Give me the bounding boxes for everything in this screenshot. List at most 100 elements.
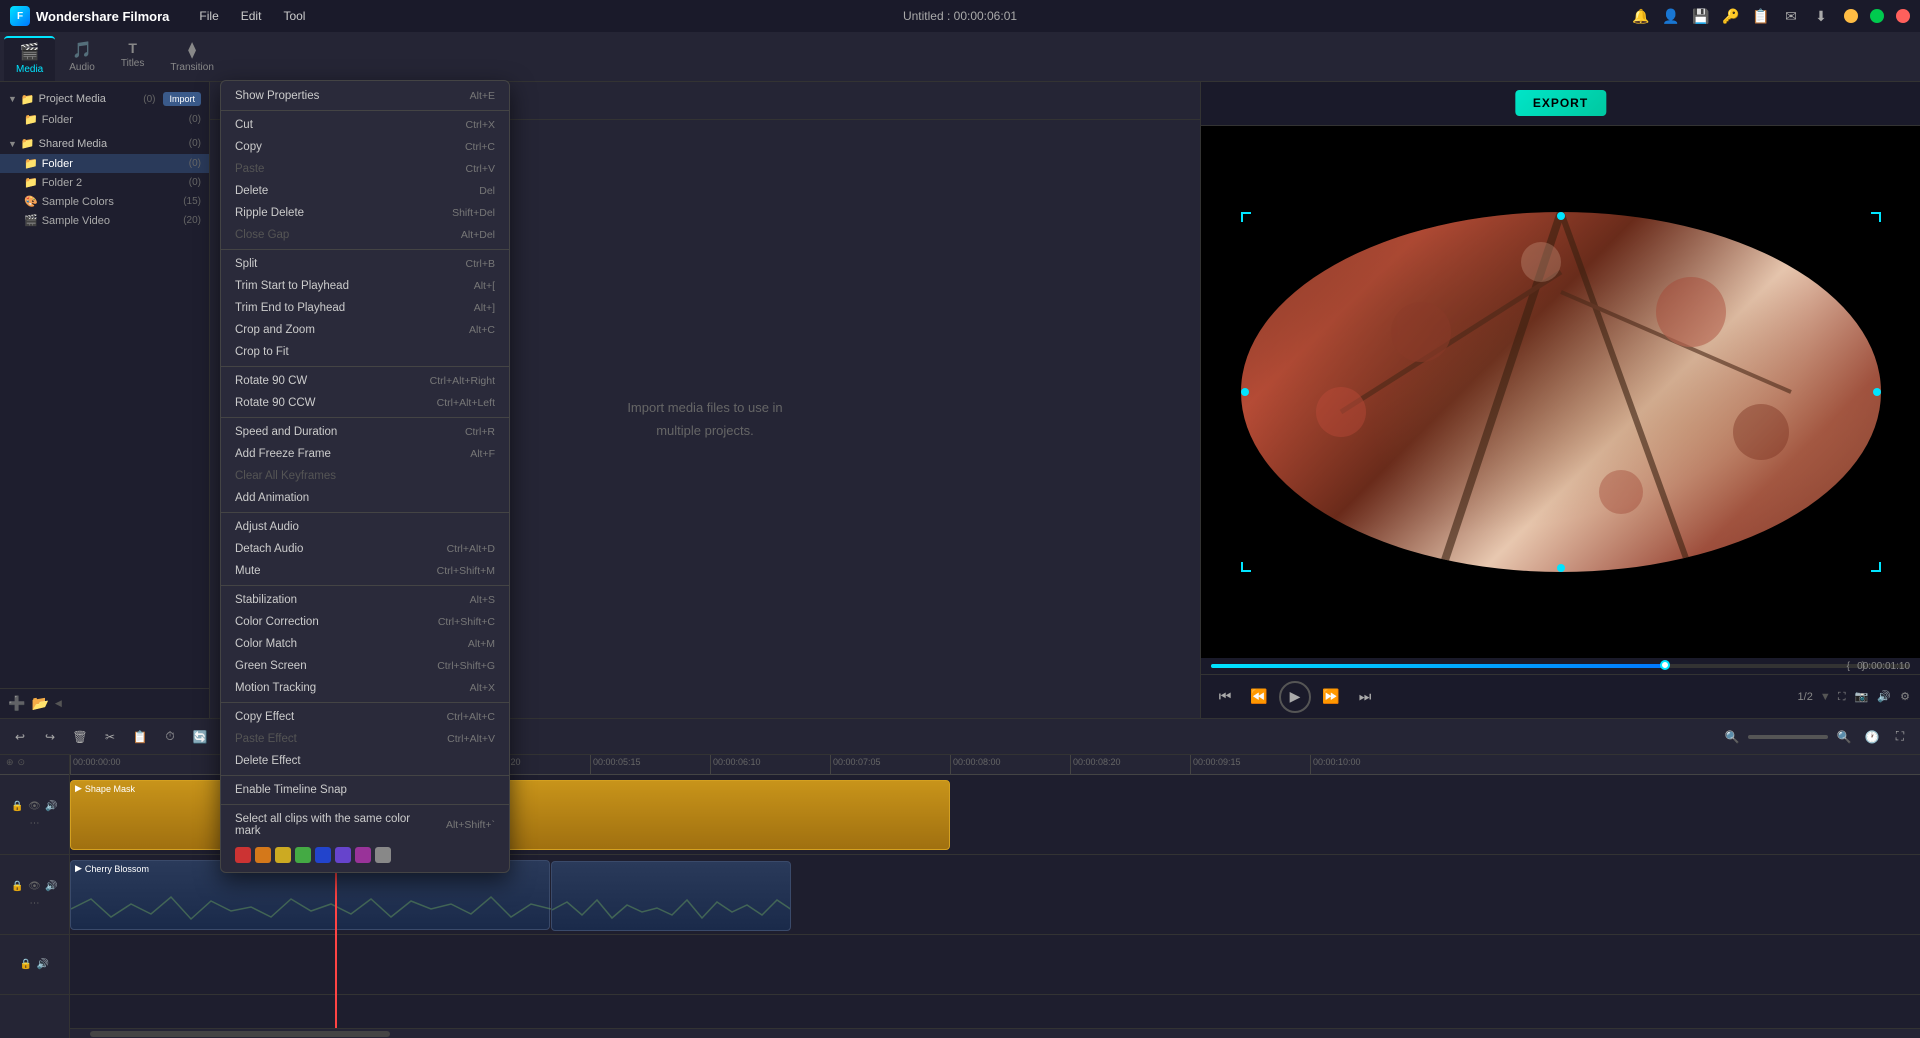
zoom-out-icon[interactable]: 🔍 [1832, 725, 1856, 749]
save-icon[interactable]: 💾 [1690, 5, 1712, 27]
folder-selected-item[interactable]: 📁 Folder (0) [0, 154, 209, 173]
ctx-motion-tracking[interactable]: Motion Tracking Alt+X [221, 677, 509, 699]
swatch-green[interactable] [295, 847, 311, 863]
menu-file[interactable]: File [189, 6, 228, 26]
ctx-color-correction[interactable]: Color Correction Ctrl+Shift+C [221, 611, 509, 633]
go-to-end-button[interactable]: ⏭ [1351, 683, 1379, 711]
collapse-icon[interactable]: ◀ [55, 698, 62, 709]
folder-item[interactable]: 📁 Folder (0) [0, 110, 209, 129]
scrollbar-thumb[interactable] [90, 1031, 390, 1037]
play-button[interactable]: ▶ [1279, 681, 1311, 713]
ctx-trim-end[interactable]: Trim End to Playhead Alt+] [221, 297, 509, 319]
folder2-item[interactable]: 📁 Folder 2 (0) [0, 173, 209, 192]
zoom-slider[interactable] [1748, 735, 1828, 739]
track-lock-icon[interactable]: 🔒 [11, 799, 25, 813]
tab-media[interactable]: 🎬 Media [4, 36, 55, 81]
menu-tool[interactable]: Tool [273, 6, 315, 26]
ctx-copy[interactable]: Copy Ctrl+C [221, 136, 509, 158]
tab-titles[interactable]: T Titles [109, 36, 157, 81]
shared-media-header[interactable]: ▼ 📁 Shared Media (0) [0, 133, 209, 154]
track-audio-icon[interactable]: 🔊 [45, 799, 59, 813]
swatch-orange[interactable] [255, 847, 271, 863]
volume-icon[interactable]: 🔊 [1877, 691, 1891, 703]
project-media-header[interactable]: ▼ 📁 Project Media (0) Import [0, 88, 209, 110]
ctx-color-match[interactable]: Color Match Alt+M [221, 633, 509, 655]
account-icon[interactable]: 👤 [1660, 5, 1682, 27]
clock-icon[interactable]: 🕐 [1860, 725, 1884, 749]
ctx-adjust-audio[interactable]: Adjust Audio [221, 516, 509, 538]
timeline-scrollbar[interactable] [70, 1028, 1920, 1038]
ctx-cut[interactable]: Cut Ctrl+X [221, 114, 509, 136]
loop-button[interactable]: 🔄 [188, 725, 212, 749]
mail-icon[interactable]: ✉ [1780, 5, 1802, 27]
preview-dot-bottom[interactable] [1557, 564, 1565, 572]
ctx-show-properties[interactable]: Show Properties Alt+E [221, 85, 509, 107]
cut-button[interactable]: ✂ [98, 725, 122, 749]
swatch-red[interactable] [235, 847, 251, 863]
download-icon[interactable]: ⬇ [1810, 5, 1832, 27]
tl-mode-1[interactable]: ⊕ [6, 757, 14, 768]
ctx-freeze[interactable]: Add Freeze Frame Alt+F [221, 443, 509, 465]
ctx-enable-snap[interactable]: Enable Timeline Snap [221, 779, 509, 801]
step-forward-button[interactable]: ⏩ [1317, 683, 1345, 711]
ctx-green-screen[interactable]: Green Screen Ctrl+Shift+G [221, 655, 509, 677]
copy-button[interactable]: 📋 [128, 725, 152, 749]
audio-mute-icon[interactable]: 🔊 [36, 958, 50, 972]
timeline-progress[interactable] [1211, 664, 1910, 668]
step-back-button[interactable]: ⏪ [1245, 683, 1273, 711]
ctx-select-same-color[interactable]: Select all clips with the same color mar… [221, 808, 509, 842]
audio-lock-icon[interactable]: 🔒 [19, 958, 33, 972]
redo-button[interactable]: ↪ [38, 725, 62, 749]
ctx-speed[interactable]: Speed and Duration Ctrl+R [221, 421, 509, 443]
swatch-yellow[interactable] [275, 847, 291, 863]
track2-audio-icon[interactable]: 🔊 [45, 879, 59, 893]
ctx-detach-audio[interactable]: Detach Audio Ctrl+Alt+D [221, 538, 509, 560]
add-media-icon[interactable]: ➕ [8, 695, 25, 712]
export-button[interactable]: EXPORT [1515, 90, 1606, 116]
fullscreen-icon[interactable]: ⛶ [1838, 691, 1846, 703]
ctx-split[interactable]: Split Ctrl+B [221, 253, 509, 275]
menu-edit[interactable]: Edit [231, 6, 272, 26]
tab-transition[interactable]: ⧫ Transition [158, 36, 226, 81]
maximize-icon[interactable]: ⛶ [1888, 725, 1912, 749]
preview-dot-top[interactable] [1557, 212, 1565, 220]
zoom-in-icon[interactable]: 🔍 [1720, 725, 1744, 749]
clipboard-icon[interactable]: 📋 [1750, 5, 1772, 27]
snapshot-icon[interactable]: 📷 [1855, 691, 1869, 703]
ctx-rotate-ccw[interactable]: Rotate 90 CCW Ctrl+Alt+Left [221, 392, 509, 414]
close-button[interactable] [1896, 9, 1910, 23]
timeline-thumb[interactable] [1660, 660, 1670, 670]
swatch-blue[interactable] [315, 847, 331, 863]
track2-more-icon[interactable]: ⋯ [28, 896, 42, 910]
swatch-magenta[interactable] [355, 847, 371, 863]
notification-icon[interactable]: 🔔 [1630, 5, 1652, 27]
ctx-ripple-delete[interactable]: Ripple Delete Shift+Del [221, 202, 509, 224]
maximize-button[interactable] [1870, 9, 1884, 23]
preview-dot-left[interactable] [1241, 388, 1249, 396]
track-more-icon[interactable]: ⋯ [28, 816, 42, 830]
track2-eye-icon[interactable]: 👁 [28, 879, 42, 893]
ctx-mute[interactable]: Mute Ctrl+Shift+M [221, 560, 509, 582]
ctx-delete[interactable]: Delete Del [221, 180, 509, 202]
folder-open-icon[interactable]: 📂 [31, 695, 48, 712]
tab-audio[interactable]: 🎵 Audio [57, 36, 107, 81]
track2-lock-icon[interactable]: 🔒 [11, 879, 25, 893]
cherry-blossom-clip-2[interactable] [551, 861, 791, 931]
speed-button[interactable]: ⏱ [158, 725, 182, 749]
ctx-stabilization[interactable]: Stabilization Alt+S [221, 589, 509, 611]
ctx-rotate-cw[interactable]: Rotate 90 CW Ctrl+Alt+Right [221, 370, 509, 392]
shape-mask-clip[interactable]: ▶ Shape Mask [70, 780, 950, 850]
ctx-crop-zoom[interactable]: Crop and Zoom Alt+C [221, 319, 509, 341]
ctx-add-animation[interactable]: Add Animation [221, 487, 509, 509]
import-button[interactable]: Import [163, 92, 201, 106]
track-eye-icon[interactable]: 👁 [28, 799, 42, 813]
swatch-purple[interactable] [335, 847, 351, 863]
minimize-button[interactable] [1844, 9, 1858, 23]
settings-icon[interactable]: ⚙ [1900, 691, 1910, 703]
ctx-delete-effect[interactable]: Delete Effect [221, 750, 509, 772]
key-icon[interactable]: 🔑 [1720, 5, 1742, 27]
preview-dot-right[interactable] [1873, 388, 1881, 396]
sample-video-item[interactable]: 🎬 Sample Video (20) [0, 211, 209, 230]
ctx-trim-start[interactable]: Trim Start to Playhead Alt+[ [221, 275, 509, 297]
go-to-start-button[interactable]: ⏮ [1211, 683, 1239, 711]
